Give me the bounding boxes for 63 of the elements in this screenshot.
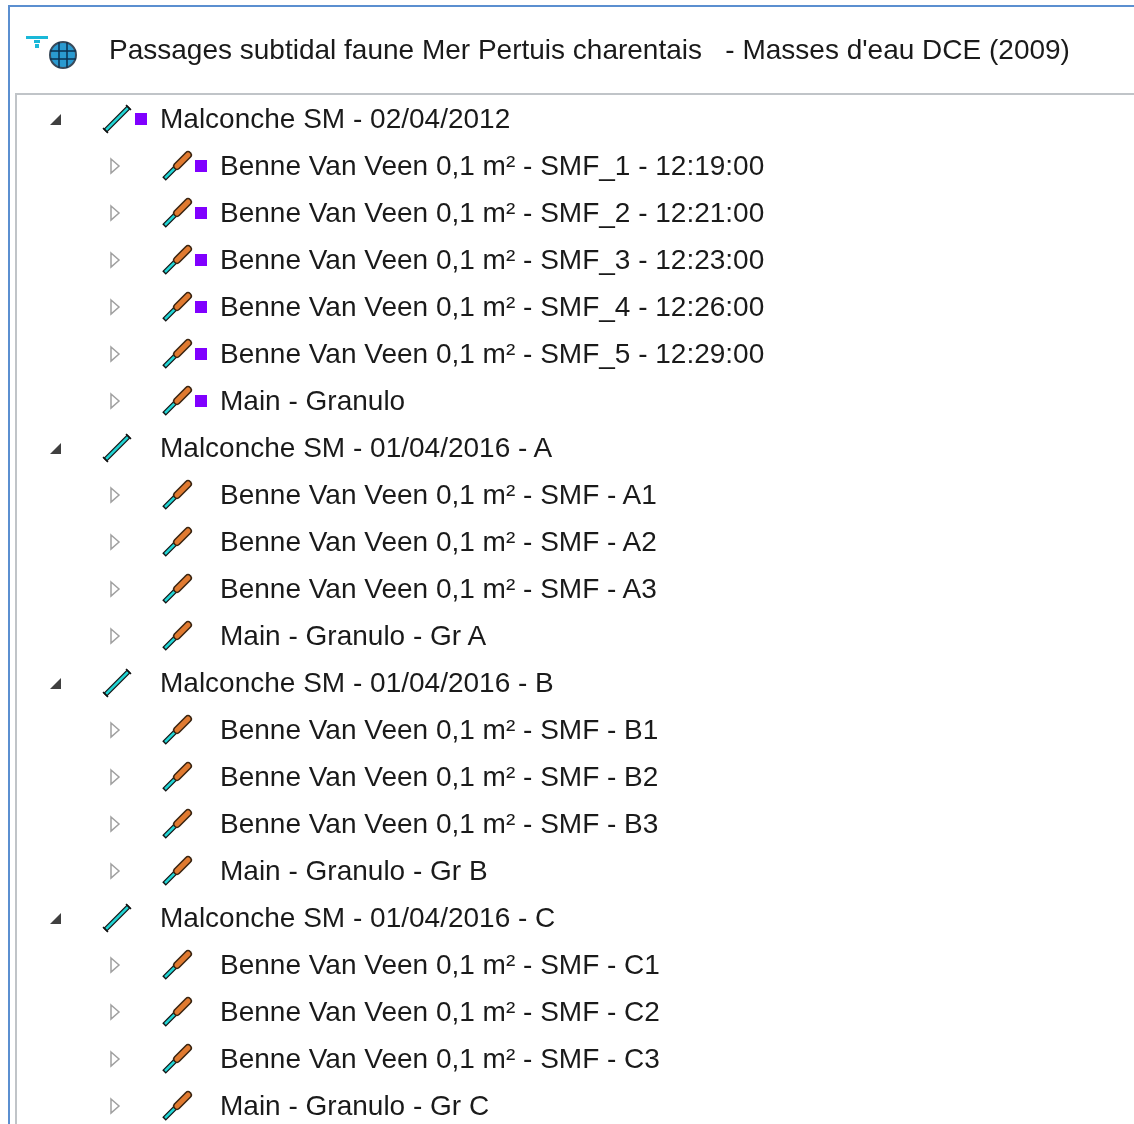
tree-item-label[interactable]: Main - Granulo - Gr A	[220, 614, 487, 657]
expand-toggle[interactable]	[107, 1002, 123, 1021]
tree-item-label[interactable]: Malconche SM - 02/04/2012	[160, 97, 511, 140]
tree-item-label[interactable]: Malconche SM - 01/04/2016 - A	[160, 426, 553, 469]
tree-item-label[interactable]: Benne Van Veen 0,1 m² - SMF_5 - 12:29:00	[220, 332, 765, 375]
expand-toggle[interactable]	[107, 861, 123, 880]
expand-toggle[interactable]	[107, 1049, 123, 1068]
sampler-icon	[161, 196, 193, 229]
expand-toggle[interactable]	[107, 250, 123, 269]
sampler-icon	[161, 619, 193, 652]
tree-item-label[interactable]: Benne Van Veen 0,1 m² - SMF - A1	[220, 473, 657, 516]
expand-toggle[interactable]	[107, 579, 123, 598]
sampler-icon	[161, 478, 193, 511]
sampler-icon	[161, 1042, 193, 1075]
expand-toggle[interactable]	[107, 767, 123, 786]
expand-toggle[interactable]	[107, 955, 123, 974]
sampler-icon	[161, 572, 193, 605]
tree-item-label[interactable]: Benne Van Veen 0,1 m² - SMF - B3	[220, 802, 659, 845]
tree-item-label[interactable]: Benne Van Veen 0,1 m² - SMF - B2	[220, 755, 659, 798]
tree-item-label[interactable]: Benne Van Veen 0,1 m² - SMF - C3	[220, 1037, 660, 1080]
tree-item-label[interactable]: Benne Van Veen 0,1 m² - SMF_3 - 12:23:00	[220, 238, 765, 281]
tree-item-label[interactable]: Benne Van Veen 0,1 m² - SMF - B1	[220, 708, 659, 751]
tree-item-label[interactable]: Benne Van Veen 0,1 m² - SMF - C2	[220, 990, 660, 1033]
tree-item-label[interactable]: Benne Van Veen 0,1 m² - SMF_1 - 12:19:00	[220, 144, 765, 187]
expand-toggle[interactable]	[107, 344, 123, 363]
tree-item-label[interactable]: Main - Granulo	[220, 379, 406, 422]
sampler-icon	[161, 337, 193, 370]
transect-icon	[101, 901, 133, 934]
sampler-icon	[161, 243, 193, 276]
transect-icon	[101, 666, 133, 699]
sampler-icon	[161, 995, 193, 1028]
tree-item-label[interactable]: Main - Granulo - Gr B	[220, 849, 488, 892]
sampler-icon	[161, 1089, 193, 1122]
expand-toggle[interactable]	[107, 297, 123, 316]
tree-item-label[interactable]: Benne Van Veen 0,1 m² - SMF - C1	[220, 943, 660, 986]
tree-item-label[interactable]: Benne Van Veen 0,1 m² - SMF_4 - 12:26:00	[220, 285, 765, 328]
expand-toggle[interactable]	[107, 626, 123, 645]
expand-toggle[interactable]	[107, 391, 123, 410]
sampler-icon	[161, 713, 193, 746]
expand-toggle[interactable]	[107, 156, 123, 175]
expand-toggle[interactable]	[107, 720, 123, 739]
tree-item-label[interactable]: Benne Van Veen 0,1 m² - SMF - A2	[220, 520, 657, 563]
sampler-icon	[161, 525, 193, 558]
tree-item-label[interactable]: Malconche SM - 01/04/2016 - C	[160, 896, 556, 939]
expand-toggle[interactable]	[107, 485, 123, 504]
sampler-icon	[161, 807, 193, 840]
expand-toggle[interactable]	[107, 814, 123, 833]
sampler-icon	[161, 948, 193, 981]
sampler-icon	[161, 149, 193, 182]
tree-item-label[interactable]: Malconche SM - 01/04/2016 - B	[160, 661, 554, 704]
tree-item-label[interactable]: Benne Van Veen 0,1 m² - SMF_2 - 12:21:00	[220, 191, 765, 234]
tree-item-label[interactable]: Main - Granulo - Gr C	[220, 1084, 490, 1124]
expand-toggle[interactable]	[107, 203, 123, 222]
transect-icon	[101, 431, 133, 464]
sampler-icon	[161, 854, 193, 887]
tree-item-label[interactable]: Benne Van Veen 0,1 m² - SMF - A3	[220, 567, 657, 610]
transect-icon	[101, 102, 133, 135]
window-title: Passages subtidal faune Mer Pertuis charentais - Masses d'eau DCE (2009)	[109, 33, 1070, 67]
expand-toggle[interactable]	[107, 1096, 123, 1115]
sampler-icon	[161, 290, 193, 323]
sampler-icon	[161, 384, 193, 417]
sampler-icon	[161, 760, 193, 793]
expand-toggle[interactable]	[107, 532, 123, 551]
